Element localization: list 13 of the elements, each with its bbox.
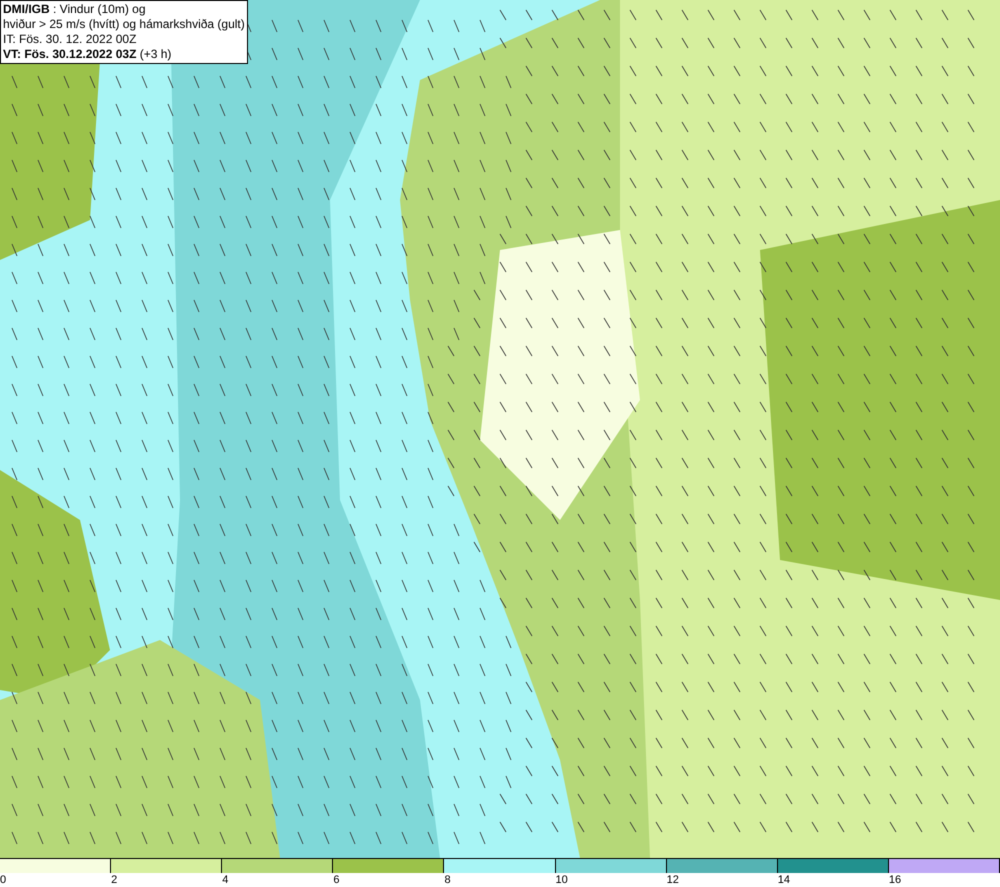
title-line: DMI/IGB : Vindur (10m) og: [3, 2, 146, 17]
title-line: IT: Fös. 30. 12. 2022 00Z: [3, 32, 138, 47]
legend-label: 0: [0, 873, 6, 887]
legend-label: 4: [222, 873, 228, 887]
legend-label: 12: [666, 873, 679, 887]
legend-label: 14: [778, 873, 790, 887]
legend-label: 2: [111, 873, 118, 887]
legend-label: 6: [333, 873, 340, 887]
legend-label: 10: [556, 873, 568, 887]
legend-label: 8: [444, 873, 451, 887]
title-line: VT: Fös. 30.12.2022 03Z (+3 h): [3, 47, 172, 62]
legend-label: 16: [888, 873, 902, 887]
title-line: hviður > 25 m/s (hvítt) og hámarkshviða (gult): [3, 17, 245, 32]
